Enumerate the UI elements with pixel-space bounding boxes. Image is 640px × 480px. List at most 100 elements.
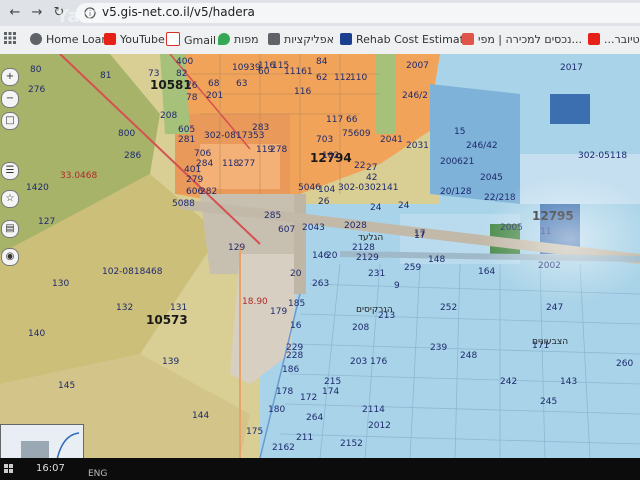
- map-label: 2041: [380, 135, 403, 145]
- map-label: 118: [222, 159, 239, 169]
- map-label: 179: [270, 307, 287, 317]
- document-icon[interactable]: ▤: [1, 220, 19, 238]
- map-label: 211: [296, 433, 313, 443]
- layers-icon[interactable]: ☰: [1, 162, 19, 180]
- star-icon[interactable]: ☆: [1, 190, 19, 208]
- map-label: 186: [282, 365, 299, 375]
- bookmark-gmail[interactable]: Gmail: [166, 32, 216, 48]
- map-label: 24: [398, 201, 410, 211]
- map-label: 2017: [560, 63, 583, 73]
- map-label: 278: [270, 145, 287, 155]
- map-label: 172: [300, 393, 317, 403]
- map-label: 164: [478, 267, 495, 277]
- map-canvas[interactable]: 10581 12794 12795 10573 80 81 73 400 82 …: [0, 54, 640, 458]
- map-label: 15: [454, 127, 465, 137]
- zoom-in-icon[interactable]: +: [1, 68, 19, 86]
- map-label: 22/218: [484, 193, 516, 203]
- parcel-number: 12795: [532, 209, 574, 223]
- map-label: 201: [206, 91, 223, 101]
- back-icon[interactable]: ←: [6, 4, 24, 22]
- map-label: 2043: [302, 223, 325, 233]
- forward-icon[interactable]: →: [28, 4, 46, 22]
- zoom-out-icon[interactable]: −: [1, 90, 19, 108]
- street-label: הצבעונים: [532, 337, 568, 347]
- map-label: 706: [194, 149, 211, 159]
- map-label: 75609: [342, 129, 371, 139]
- youtube-icon: [104, 33, 116, 45]
- map-label: 277: [238, 159, 255, 169]
- map-label: 246/42: [466, 141, 498, 151]
- map-label: 401: [184, 165, 201, 175]
- url-field[interactable]: v5.gis-net.co.il/v5/hadera: [76, 3, 640, 23]
- map-label: 2012: [368, 421, 391, 431]
- map-label: 112: [334, 73, 351, 83]
- street-label: הגלעד: [358, 233, 383, 243]
- map-label: 2002: [538, 261, 561, 271]
- map-label: 1420: [26, 183, 49, 193]
- map-label: 246/2: [402, 91, 428, 101]
- map-label: 281: [178, 135, 195, 145]
- bookmark-youtube[interactable]: YouTube: [104, 32, 165, 48]
- map-label: 140: [28, 329, 45, 339]
- map-label: 215: [324, 377, 341, 387]
- map-label: 245: [540, 397, 557, 407]
- map-label: 24: [370, 203, 382, 213]
- map-label: 264: [306, 413, 323, 423]
- map-label: 102-0818468: [102, 267, 163, 277]
- youtube-icon: [588, 33, 600, 45]
- map-label: 248: [460, 351, 477, 361]
- start-icon[interactable]: [4, 464, 14, 474]
- pan-icon[interactable]: □: [1, 112, 19, 130]
- map-label: 208: [160, 111, 177, 121]
- bookmark-rehab[interactable]: Rehab Cost Estimat...: [340, 32, 474, 48]
- map-label: 2031: [406, 141, 429, 151]
- map-label: 143: [560, 377, 577, 387]
- map-label: 131: [170, 303, 187, 313]
- bookmark-apps[interactable]: אפליקציות: [268, 32, 334, 48]
- map-label: 302-05118: [578, 151, 627, 161]
- map-label: 178: [276, 387, 293, 397]
- map-label: 132: [116, 303, 133, 313]
- map-label: 283: [252, 123, 269, 133]
- scale-value: 33.0468: [60, 171, 97, 181]
- bookmark-youtuber[interactable]: ...יוטיובר: [588, 32, 640, 48]
- map-label: 68: [208, 79, 220, 89]
- bookmark-yad2[interactable]: נכסים למכירה | מפי...: [462, 32, 582, 48]
- map-label: 130: [52, 279, 69, 289]
- map-label: 203: [350, 357, 367, 367]
- gis-map[interactable]: 10581 12794 12795 10573 80 81 73 400 82 …: [0, 54, 640, 458]
- bookmark-home-loans[interactable]: Home Loans: [30, 32, 114, 48]
- map-label: 252: [440, 303, 457, 313]
- taskbar-language[interactable]: ENG: [88, 469, 107, 479]
- map-label: 242: [500, 377, 517, 387]
- map-label: 9: [394, 281, 400, 291]
- map-label: 607: [278, 225, 295, 235]
- map-label: 11161: [284, 67, 313, 77]
- map-label: 116: [294, 87, 311, 97]
- map-label: 78: [186, 93, 198, 103]
- map-label: 2005: [500, 223, 523, 233]
- maps-icon: [218, 33, 230, 45]
- url-text: v5.gis-net.co.il/v5/hadera: [102, 5, 255, 19]
- taskbar-clock[interactable]: 16:07: [36, 463, 65, 474]
- map-label: 145: [58, 381, 75, 391]
- map-label: 302-0302141: [338, 183, 399, 193]
- map-label: 176: [370, 357, 387, 367]
- map-label: 286: [124, 151, 141, 161]
- bookmark-maps[interactable]: מפות: [218, 32, 259, 48]
- map-label: 129: [228, 243, 245, 253]
- map-label: 20: [290, 269, 302, 279]
- apps-launcher-icon[interactable]: [4, 32, 16, 48]
- map-label: 703: [316, 135, 333, 145]
- map-label: 17: [414, 229, 425, 239]
- map-label: 16: [290, 321, 302, 331]
- map-label: 81: [100, 71, 111, 81]
- house-icon: [340, 33, 352, 45]
- map-label: 239: [430, 343, 447, 353]
- locate-icon[interactable]: ◉: [1, 248, 19, 266]
- map-label: 228: [286, 351, 303, 361]
- map-label: 10939: [232, 63, 261, 73]
- watermark: Yad2: [56, 6, 105, 27]
- parcel-number: 10573: [146, 313, 188, 327]
- map-label: 185: [288, 299, 305, 309]
